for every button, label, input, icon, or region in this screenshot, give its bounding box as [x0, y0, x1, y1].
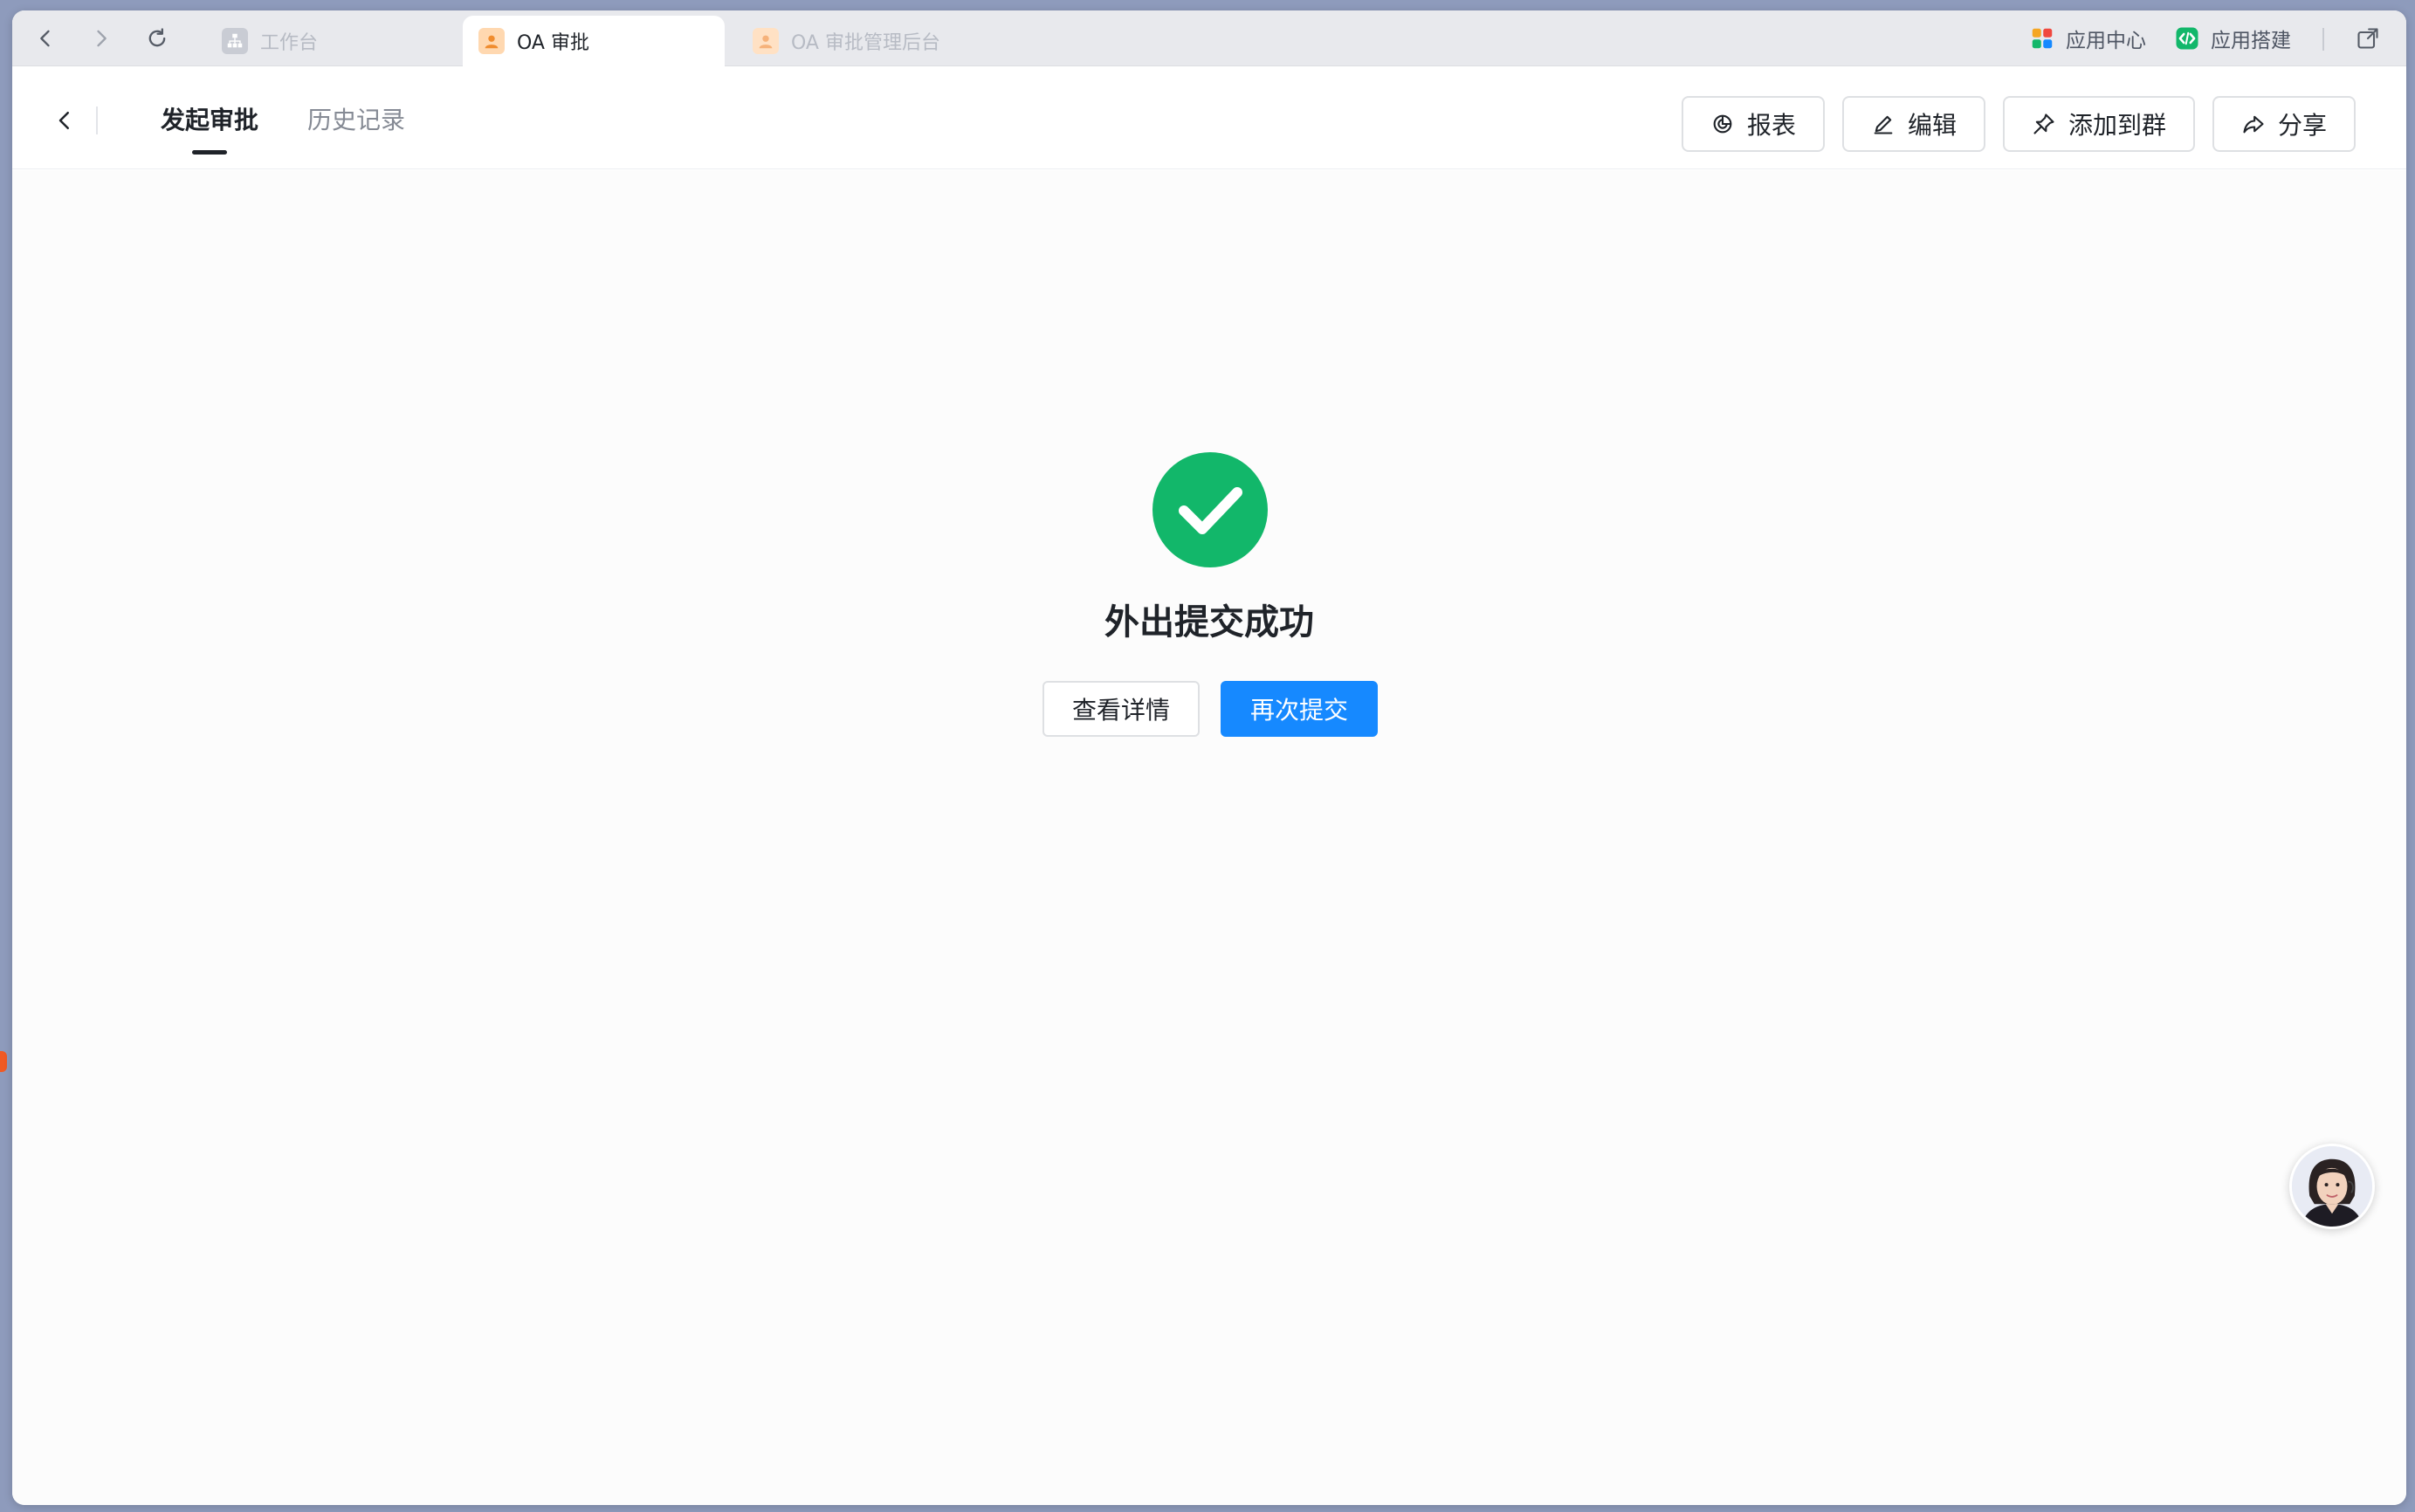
tab-initiate-approval[interactable]: 发起审批	[161, 101, 258, 136]
code-icon	[2174, 25, 2200, 52]
page-header: 发起审批 历史记录 报表 编辑 添加到群 分享	[12, 66, 2406, 169]
active-tab-indicator	[192, 150, 227, 155]
tab-bar: 工作台 OA 审批 OA 审批管理后台 应用中心 应用搭建	[12, 10, 2406, 66]
pin-icon	[2032, 112, 2056, 136]
share-button[interactable]: 分享	[2212, 96, 2356, 152]
avatar-portrait	[2292, 1146, 2372, 1227]
success-title: 外出提交成功	[1104, 602, 1314, 643]
header-divider	[96, 107, 98, 134]
assistant-avatar[interactable]	[2289, 1144, 2375, 1229]
app-center-label: 应用中心	[2066, 30, 2146, 52]
app-builder-label: 应用搭建	[2211, 30, 2291, 52]
share-arrow-icon	[2241, 112, 2266, 136]
tab-oa-admin[interactable]: OA 审批管理后台	[737, 16, 1051, 66]
org-chart-icon	[222, 28, 248, 54]
chevron-left-icon	[58, 112, 69, 129]
tab-label: 工作台	[260, 32, 319, 54]
tab-label: OA 审批	[517, 32, 589, 54]
edge-indicator	[0, 1051, 7, 1072]
add-to-group-button[interactable]: 添加到群	[2003, 96, 2195, 152]
app-window: 工作台 OA 审批 OA 审批管理后台 应用中心 应用搭建 发起审批 历史记录 …	[12, 10, 2406, 1505]
app-grid-icon	[2029, 25, 2055, 52]
tab-history[interactable]: 历史记录	[307, 101, 405, 136]
app-center-button[interactable]: 应用中心	[2029, 19, 2146, 58]
main-content: 外出提交成功 查看详情 再次提交	[12, 170, 2406, 1505]
add-to-group-label: 添加到群	[2068, 111, 2166, 140]
share-label: 分享	[2277, 111, 2327, 140]
app-builder-button[interactable]: 应用搭建	[2174, 19, 2291, 58]
tab-oa-approval[interactable]: OA 审批	[463, 16, 725, 66]
report-button[interactable]: 报表	[1682, 96, 1825, 152]
success-check-icon	[1152, 452, 1268, 567]
person-icon	[753, 28, 779, 54]
browser-back-button[interactable]	[30, 23, 61, 54]
toolbar-divider	[2322, 28, 2324, 51]
back-button[interactable]	[47, 103, 82, 138]
resubmit-button[interactable]: 再次提交	[1221, 681, 1378, 737]
edit-button[interactable]: 编辑	[1842, 96, 1985, 152]
chevron-left-icon	[40, 30, 50, 47]
chevron-right-icon	[97, 30, 107, 47]
report-label: 报表	[1746, 111, 1796, 140]
open-external-button[interactable]	[2352, 23, 2384, 54]
edit-label: 编辑	[1907, 111, 1957, 140]
pie-chart-icon	[1710, 112, 1735, 136]
tab-workbench[interactable]: 工作台	[206, 16, 468, 66]
pencil-icon	[1871, 112, 1896, 136]
person-icon	[478, 28, 505, 54]
refresh-icon	[148, 28, 166, 47]
view-details-button[interactable]: 查看详情	[1042, 681, 1200, 737]
external-window-icon	[2357, 28, 2378, 49]
browser-forward-button[interactable]	[86, 23, 117, 54]
refresh-button[interactable]	[141, 23, 173, 54]
tab-label: OA 审批管理后台	[791, 32, 940, 54]
